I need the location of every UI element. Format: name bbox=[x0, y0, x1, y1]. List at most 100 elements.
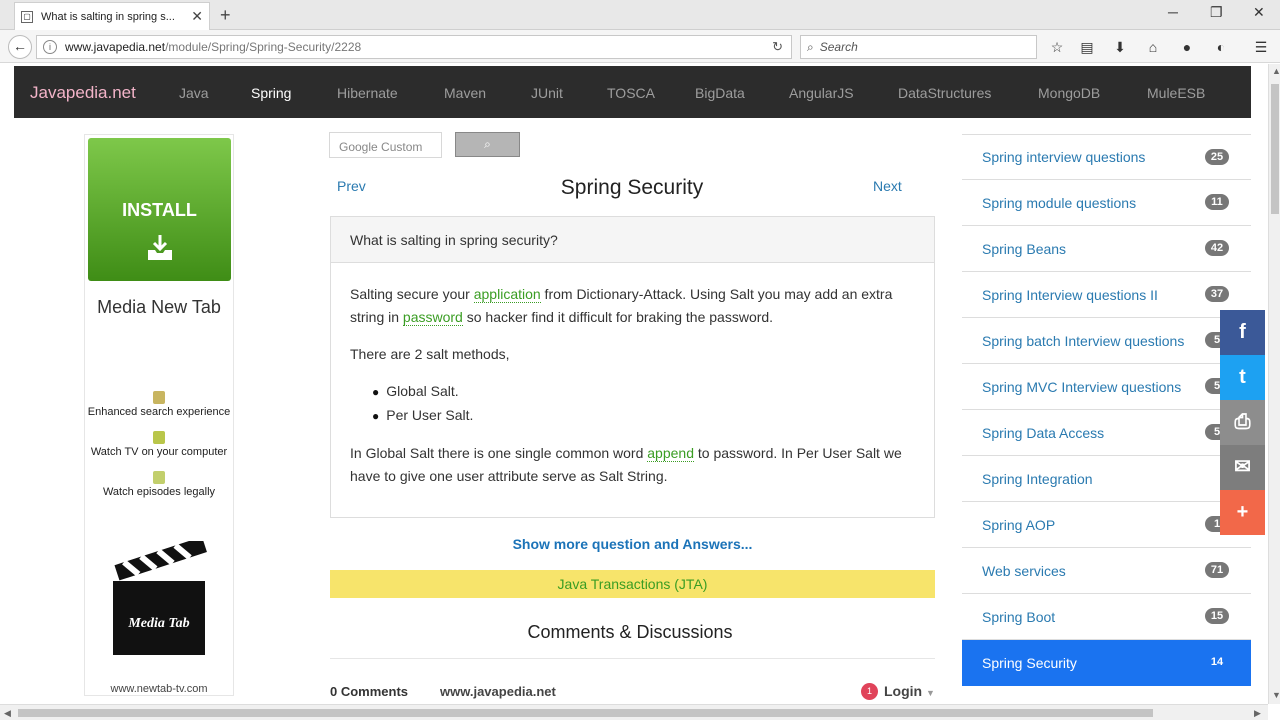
search-placeholder: Search bbox=[819, 40, 858, 54]
comments-site[interactable]: www.javapedia.net bbox=[440, 684, 556, 699]
download-tray-icon bbox=[148, 235, 172, 260]
url-domain: www.javapedia.net bbox=[65, 40, 166, 54]
login-button[interactable]: Login ▼ bbox=[884, 683, 935, 699]
scroll-thumb[interactable] bbox=[18, 709, 1153, 717]
menu-item-spring[interactable]: Spring bbox=[251, 85, 291, 101]
advertisement[interactable]: INSTALL Media New Tab Enhanced search ex… bbox=[84, 134, 234, 696]
sidebar-item-label: Spring Interview questions II bbox=[982, 286, 1158, 303]
sidebar-item[interactable]: Spring interview questions 25 bbox=[962, 134, 1251, 180]
sidebar-item[interactable]: Web services 71 bbox=[962, 548, 1251, 594]
question-heading: What is salting in spring security? bbox=[331, 217, 934, 263]
site-header: Javapedia.net Java Spring Hibernate Mave… bbox=[14, 66, 1251, 118]
search-icon: ⌕ bbox=[484, 137, 491, 151]
list-item-text: Per User Salt. bbox=[386, 407, 474, 423]
menu-item-hibernate[interactable]: Hibernate bbox=[337, 85, 398, 101]
ad-brand: Media New Tab bbox=[97, 297, 221, 317]
install-button[interactable]: INSTALL bbox=[88, 138, 231, 281]
sidebar-item[interactable]: Spring Integration bbox=[962, 456, 1251, 502]
info-icon[interactable]: i bbox=[43, 40, 57, 54]
menu-item-muleesb[interactable]: MuleESB bbox=[1147, 85, 1205, 101]
next-topic-link[interactable]: Java Transactions (JTA) bbox=[330, 570, 935, 598]
menu-item-angularjs[interactable]: AngularJS bbox=[789, 85, 854, 101]
salt-methods-list: Global Salt. Per User Salt. bbox=[372, 380, 915, 428]
list-item: Global Salt. bbox=[372, 380, 915, 404]
reload-icon[interactable]: ↻ bbox=[772, 39, 783, 55]
menu-item-tosca[interactable]: TOSCA bbox=[607, 85, 655, 101]
sidebar-item[interactable]: Spring Data Access 5 bbox=[962, 410, 1251, 456]
append-link[interactable]: append bbox=[647, 445, 694, 462]
scroll-right-icon[interactable]: ▶ bbox=[1254, 708, 1261, 719]
scroll-down-icon[interactable]: ▼ bbox=[1272, 690, 1280, 700]
sidebar-item[interactable]: Spring Interview questions II 37 bbox=[962, 272, 1251, 318]
show-more-link[interactable]: Show more question and Answers... bbox=[330, 536, 935, 552]
pocket-icon[interactable]: ◐ bbox=[1212, 38, 1230, 56]
site-brand[interactable]: Javapedia.net bbox=[30, 83, 136, 103]
print-icon[interactable]: ⎙ bbox=[1220, 400, 1265, 445]
sidebar-item[interactable]: Spring AOP 1 bbox=[962, 502, 1251, 548]
ad-feature: Watch TV on your computer bbox=[85, 431, 233, 458]
count-badge: 25 bbox=[1205, 149, 1229, 165]
url-bar[interactable]: i www.javapedia.net/module/Spring/Spring… bbox=[36, 35, 792, 59]
answer-paragraph: Salting secure your application from Dic… bbox=[350, 283, 915, 329]
browser-search-input[interactable]: ⌕ Search bbox=[800, 35, 1037, 59]
new-tab-icon[interactable]: + bbox=[220, 5, 231, 26]
horizontal-scrollbar[interactable]: ◀ ▶ bbox=[0, 704, 1268, 720]
login-label: Login bbox=[884, 683, 923, 699]
browser-navbar: ← i www.javapedia.net/module/Spring/Spri… bbox=[0, 30, 1280, 63]
facebook-icon[interactable]: f bbox=[1220, 310, 1265, 355]
scroll-thumb[interactable] bbox=[1271, 84, 1279, 214]
sidebar-item[interactable]: Spring MVC Interview questions 5 bbox=[962, 364, 1251, 410]
application-link[interactable]: application bbox=[473, 286, 541, 303]
menu-item-maven[interactable]: Maven bbox=[444, 85, 486, 101]
tab-title: What is salting in spring s... bbox=[41, 10, 175, 23]
back-icon[interactable]: ← bbox=[8, 35, 32, 59]
minimize-icon[interactable]: ─ bbox=[1168, 4, 1178, 20]
scroll-left-icon[interactable]: ◀ bbox=[4, 708, 11, 719]
menu-item-junit[interactable]: JUnit bbox=[531, 85, 563, 101]
sidebar-item[interactable]: Spring module questions 11 bbox=[962, 180, 1251, 226]
plus-icon[interactable]: + bbox=[1220, 490, 1265, 535]
site-search-input[interactable]: Google Custom bbox=[329, 132, 442, 158]
password-link[interactable]: password bbox=[402, 309, 463, 326]
close-window-icon[interactable]: ✕ bbox=[1253, 4, 1265, 21]
browser-tab[interactable]: ▢ What is salting in spring s... ✕ bbox=[14, 2, 210, 30]
vertical-scrollbar[interactable]: ▲ ▼ bbox=[1268, 64, 1280, 704]
menu-item-java[interactable]: Java bbox=[179, 85, 209, 101]
question-panel: What is salting in spring security? Salt… bbox=[330, 216, 935, 518]
menu-item-datastructures[interactable]: DataStructures bbox=[898, 85, 991, 101]
sidebar-item-label: Spring Data Access bbox=[982, 424, 1105, 441]
lock-icon bbox=[153, 431, 165, 444]
chat-icon[interactable]: ● bbox=[1178, 38, 1196, 56]
scroll-up-icon[interactable]: ▲ bbox=[1272, 66, 1280, 76]
install-label: INSTALL bbox=[122, 200, 197, 220]
sidebar-item[interactable]: Spring Boot 15 bbox=[962, 594, 1251, 640]
answer-paragraph: There are 2 salt methods, bbox=[350, 346, 510, 362]
sidebar-item-label: Web services bbox=[982, 562, 1066, 579]
download-icon[interactable]: ⬇ bbox=[1111, 38, 1129, 56]
menu-item-bigdata[interactable]: BigData bbox=[695, 85, 745, 101]
bookmark-star-icon[interactable]: ☆ bbox=[1048, 38, 1066, 56]
next-link[interactable]: Next bbox=[873, 178, 902, 194]
count-badge: 71 bbox=[1205, 562, 1229, 578]
clapperboard-logo: Media Tab bbox=[113, 541, 207, 655]
sidebar-item-label: Spring AOP bbox=[982, 516, 1056, 533]
url-path: /module/Spring/Spring-Security/2228 bbox=[165, 40, 362, 54]
sidebar-item[interactable]: Spring Security 14 bbox=[962, 640, 1251, 686]
menu-item-mongodb[interactable]: MongoDB bbox=[1038, 85, 1100, 101]
site-search-button[interactable]: ⌕ bbox=[455, 132, 520, 157]
sidebar-item-label: Spring Beans bbox=[982, 240, 1067, 257]
home-icon[interactable]: ⌂ bbox=[1144, 38, 1162, 56]
sidebar-item-label: Spring Security bbox=[982, 654, 1077, 671]
feature-label: Watch episodes legally bbox=[102, 486, 216, 498]
close-tab-icon[interactable]: ✕ bbox=[191, 8, 203, 25]
twitter-icon[interactable]: t bbox=[1220, 355, 1265, 400]
comments-count[interactable]: 0 Comments bbox=[330, 684, 408, 699]
maximize-icon[interactable]: ❐ bbox=[1210, 4, 1223, 21]
sidebar-item[interactable]: Spring batch Interview questions 5 bbox=[962, 318, 1251, 364]
answer-paragraph: In Global Salt there is one single commo… bbox=[350, 442, 915, 488]
ad-url[interactable]: www.newtab-tv.com bbox=[85, 683, 233, 695]
sidebar-item[interactable]: Spring Beans 42 bbox=[962, 226, 1251, 272]
menu-icon[interactable]: ☰ bbox=[1252, 38, 1270, 56]
email-icon[interactable]: ✉ bbox=[1220, 445, 1265, 490]
reading-list-icon[interactable]: ▤ bbox=[1078, 38, 1096, 56]
